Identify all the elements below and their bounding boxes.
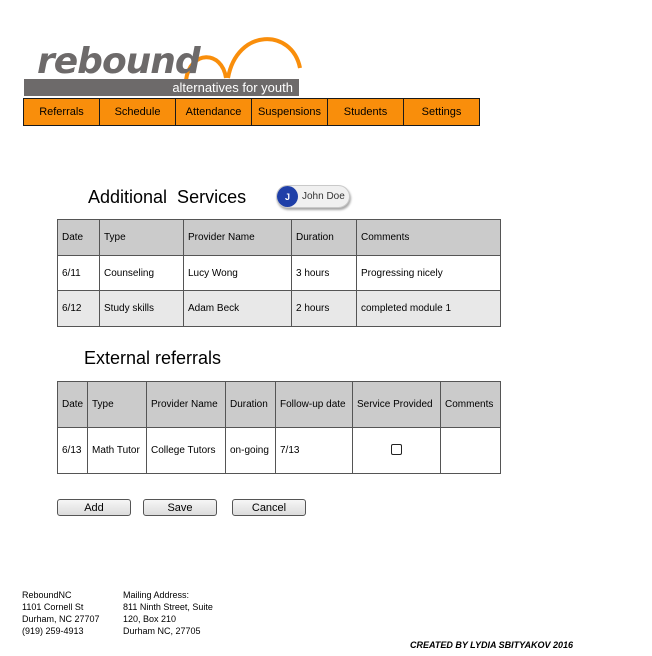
external-referrals-table: Date Type Provider Name Duration Follow-… xyxy=(57,381,501,474)
rebound-logo: rebound alternatives for youth xyxy=(24,30,304,100)
add-button[interactable]: Add xyxy=(57,499,131,516)
column-header: Provider Name xyxy=(183,219,292,256)
footer-line: Durham, NC 27707 xyxy=(22,614,100,624)
cell-provider: Adam Beck xyxy=(183,290,292,327)
column-header: Duration xyxy=(225,381,276,428)
column-header: Type xyxy=(87,381,147,428)
footer-line: 811 Ninth Street, Suite xyxy=(123,602,213,612)
cell-comments: completed module 1 xyxy=(356,290,501,327)
cell-type: Study skills xyxy=(99,290,184,327)
cell-provider: Lucy Wong xyxy=(183,255,292,291)
footer-line: Mailing Address: xyxy=(123,590,190,600)
user-name: John Doe xyxy=(302,191,345,202)
nav-schedule[interactable]: Schedule xyxy=(99,98,176,126)
logo-tagline: alternatives for youth xyxy=(24,79,299,96)
cell-provider: College Tutors xyxy=(146,427,226,474)
column-header: Type xyxy=(99,219,184,256)
footer-line: 1101 Cornell St xyxy=(22,602,84,612)
cell-type: Counseling xyxy=(99,255,184,291)
column-header: Service Provided xyxy=(352,381,441,428)
footer-line: ReboundNC xyxy=(22,590,72,600)
service-provided-checkbox[interactable] xyxy=(391,443,402,455)
footer-line: (919) 259-4913 xyxy=(22,626,84,636)
nav-referrals[interactable]: Referrals xyxy=(23,98,100,126)
cell-duration: 3 hours xyxy=(291,255,357,291)
nav-settings[interactable]: Settings xyxy=(403,98,480,126)
column-header: Date xyxy=(57,219,100,256)
mailing-address: Mailing Address: 811 Ninth Street, Suite… xyxy=(123,589,213,637)
save-button[interactable]: Save xyxy=(143,499,217,516)
footer-line: Durham NC, 27705 xyxy=(123,626,201,636)
logo-arcs-icon xyxy=(184,37,302,81)
nav-students[interactable]: Students xyxy=(327,98,404,126)
cell-comments: Progressing nicely xyxy=(356,255,501,291)
cancel-button[interactable]: Cancel xyxy=(232,499,306,516)
column-header: Date xyxy=(57,381,88,428)
column-header: Comments xyxy=(440,381,501,428)
table-row[interactable]: 6/12 Study skills Adam Beck 2 hours comp… xyxy=(57,290,501,327)
logo-word: rebound xyxy=(37,41,201,82)
user-chip[interactable]: J John Doe xyxy=(276,185,350,208)
main-nav: Referrals Schedule Attendance Suspension… xyxy=(23,98,480,126)
table-header-row: Date Type Provider Name Duration Follow-… xyxy=(57,381,501,428)
column-header: Comments xyxy=(356,219,501,256)
column-header: Duration xyxy=(291,219,357,256)
cell-date: 6/11 xyxy=(57,255,100,291)
table-header-row: Date Type Provider Name Duration Comment… xyxy=(57,219,501,256)
cell-duration: 2 hours xyxy=(291,290,357,327)
external-referrals-title: External referrals xyxy=(84,348,222,368)
credit-text: CREATED BY LYDIA SBITYAKOV 2016 xyxy=(410,640,574,650)
additional-services-table: Date Type Provider Name Duration Comment… xyxy=(57,219,501,327)
cell-comments xyxy=(440,427,501,474)
cell-date: 6/13 xyxy=(57,427,88,474)
cell-service-provided xyxy=(352,427,441,474)
table-row[interactable]: 6/11 Counseling Lucy Wong 3 hours Progre… xyxy=(57,255,501,291)
additional-services-title: Additional Services xyxy=(88,187,247,207)
nav-attendance[interactable]: Attendance xyxy=(175,98,252,126)
column-header: Follow-up date xyxy=(275,381,353,428)
nav-suspensions[interactable]: Suspensions xyxy=(251,98,328,126)
cell-type: Math Tutor xyxy=(87,427,147,474)
org-address: ReboundNC 1101 Cornell St Durham, NC 277… xyxy=(22,589,100,637)
cell-date: 6/12 xyxy=(57,290,100,327)
avatar: J xyxy=(277,186,298,207)
table-row[interactable]: 6/13 Math Tutor College Tutors on-going … xyxy=(57,427,501,474)
column-header: Provider Name xyxy=(146,381,226,428)
cell-duration: on-going xyxy=(225,427,276,474)
cell-followup: 7/13 xyxy=(275,427,353,474)
footer-line: 120, Box 210 xyxy=(123,614,177,624)
